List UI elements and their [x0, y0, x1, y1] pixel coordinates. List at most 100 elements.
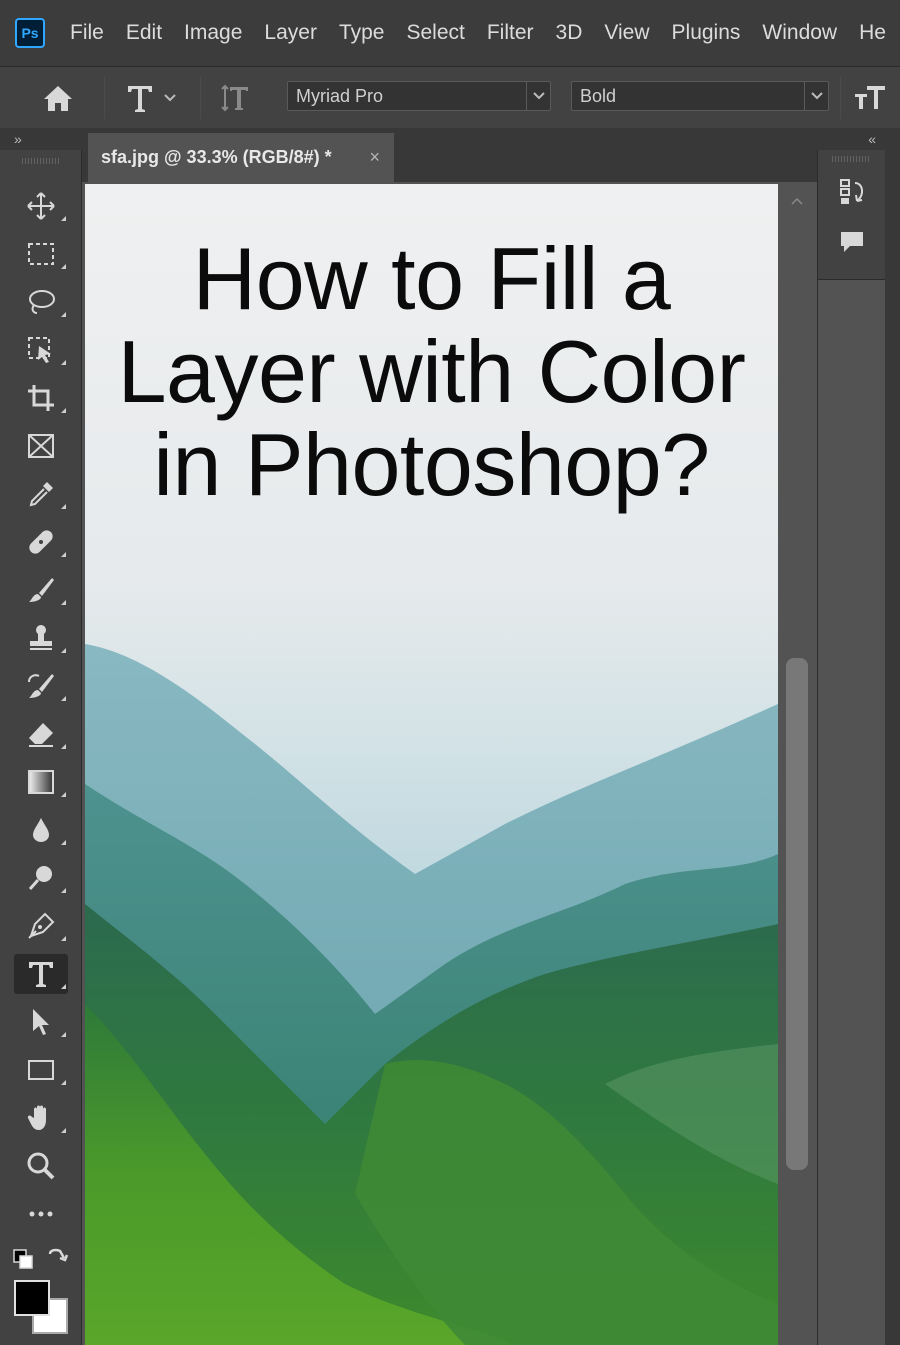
document-tab-strip: sfa.jpg @ 33.3% (RGB/8#) * ×: [82, 128, 817, 182]
history-icon: [840, 179, 863, 204]
home-icon: [44, 86, 72, 111]
dodge-tool[interactable]: [14, 858, 68, 898]
close-icon[interactable]: ×: [369, 147, 380, 168]
magnifier-icon: [27, 1152, 55, 1180]
headline-line: How to Fill a: [192, 229, 671, 328]
rectangular-marquee-icon: [28, 243, 54, 265]
crop-icon: [28, 385, 54, 411]
chevron-down-icon: [164, 94, 176, 102]
history-panel-button[interactable]: [834, 174, 870, 210]
comments-panel-button[interactable]: [834, 224, 870, 260]
menu-window[interactable]: Window: [762, 21, 837, 45]
left-panel-collapse-button[interactable]: »: [0, 128, 82, 150]
home-button[interactable]: [36, 81, 80, 115]
history-brush-icon: [28, 674, 54, 698]
gradient-icon: [28, 770, 54, 794]
pen-icon: [28, 912, 55, 939]
rectangle-icon: [28, 1060, 54, 1080]
pen-tool[interactable]: [14, 906, 68, 946]
toggle-text-orientation-icon: [221, 84, 248, 112]
font-style-select[interactable]: Bold: [571, 81, 829, 111]
hand-icon: [27, 1105, 46, 1130]
right-panel-collapse-button[interactable]: «: [817, 128, 900, 150]
eyedropper-tool[interactable]: [14, 474, 68, 514]
type-tool[interactable]: [14, 954, 68, 994]
menu-3d[interactable]: 3D: [556, 21, 583, 45]
type-icon: [29, 962, 53, 987]
arrow-pointer-icon: [33, 1009, 49, 1035]
tools-panel: [0, 150, 82, 1345]
object-selection-tool[interactable]: [14, 330, 68, 370]
healing-brush-tool[interactable]: [14, 522, 68, 562]
eraser-icon: [29, 723, 53, 747]
headline-line: Layer with Color: [117, 322, 746, 421]
panel-grip[interactable]: [22, 158, 60, 164]
scrollbar-thumb[interactable]: [786, 658, 808, 1170]
gradient-tool[interactable]: [14, 762, 68, 802]
more-dots-icon: [29, 1211, 53, 1217]
text-orientation-toggle[interactable]: [214, 79, 260, 117]
rectangle-tool[interactable]: [14, 1050, 68, 1090]
tool-preset-picker[interactable]: [118, 79, 184, 117]
right-panel-dock: [817, 150, 900, 1345]
menu-image[interactable]: Image: [184, 21, 242, 45]
default-colors-icon: [13, 1249, 33, 1269]
menu-type[interactable]: Type: [339, 21, 385, 45]
foreground-color-swatch[interactable]: [14, 1280, 50, 1316]
canvas-area[interactable]: How to Fill a Layer with Color in Photos…: [82, 182, 817, 1345]
menu-layer[interactable]: Layer: [264, 21, 317, 45]
photoshop-logo: Ps: [15, 18, 45, 48]
document-canvas[interactable]: How to Fill a Layer with Color in Photos…: [85, 184, 778, 1345]
frame-tool[interactable]: [14, 426, 68, 466]
font-size-icon: [855, 86, 885, 109]
options-bar: Myriad Pro Bold: [0, 66, 900, 128]
object-selection-icon: [28, 337, 51, 363]
bandage-icon: [29, 530, 53, 554]
zoom-tool[interactable]: [14, 1146, 68, 1186]
move-tool[interactable]: [14, 186, 68, 226]
blur-drop-icon: [33, 818, 49, 842]
edit-toolbar-button[interactable]: [14, 1194, 68, 1234]
crop-tool[interactable]: [14, 378, 68, 418]
document-tab[interactable]: sfa.jpg @ 33.3% (RGB/8#) * ×: [88, 133, 394, 182]
vertical-scrollbar[interactable]: [781, 182, 814, 1345]
stamp-icon: [30, 625, 52, 650]
menu-bar: Ps File Edit Image Layer Type Select Fil…: [0, 0, 900, 66]
brush-icon: [29, 578, 54, 602]
panel-grip[interactable]: [832, 156, 870, 162]
font-size-control[interactable]: [848, 79, 892, 117]
menu-select[interactable]: Select: [406, 21, 464, 45]
menu-help[interactable]: He: [859, 21, 886, 45]
chevron-down-icon: [532, 92, 545, 100]
hand-tool[interactable]: [14, 1098, 68, 1138]
menu-edit[interactable]: Edit: [126, 21, 162, 45]
blur-tool[interactable]: [14, 810, 68, 850]
marquee-tool[interactable]: [14, 234, 68, 274]
frame-icon: [28, 434, 54, 458]
eraser-tool[interactable]: [14, 714, 68, 754]
font-style-value: Bold: [580, 85, 617, 106]
clone-stamp-tool[interactable]: [14, 618, 68, 658]
document-tab-title: sfa.jpg @ 33.3% (RGB/8#) *: [101, 147, 332, 167]
menu-file[interactable]: File: [70, 21, 104, 45]
comment-icon: [841, 232, 863, 252]
menu-view[interactable]: View: [604, 21, 649, 45]
menu-filter[interactable]: Filter: [487, 21, 534, 45]
lasso-tool[interactable]: [14, 282, 68, 322]
font-family-select[interactable]: Myriad Pro: [287, 81, 551, 111]
swap-colors-button[interactable]: [46, 1246, 70, 1270]
eyedropper-icon: [29, 482, 53, 507]
font-family-value: Myriad Pro: [296, 85, 384, 106]
default-colors-button[interactable]: [12, 1248, 34, 1270]
path-selection-tool[interactable]: [14, 1002, 68, 1042]
panel-icons-column: [818, 150, 886, 280]
dodge-icon: [28, 866, 52, 890]
scroll-up-icon[interactable]: [790, 194, 804, 208]
headline-text-layer[interactable]: How to Fill a Layer with Color in Photos…: [85, 232, 778, 511]
history-brush-tool[interactable]: [14, 666, 68, 706]
brush-tool[interactable]: [14, 570, 68, 610]
menu-plugins[interactable]: Plugins: [672, 21, 741, 45]
swap-arrow-icon: [48, 1248, 69, 1262]
type-tool-icon: [128, 86, 152, 112]
chevron-down-icon: [810, 92, 823, 100]
